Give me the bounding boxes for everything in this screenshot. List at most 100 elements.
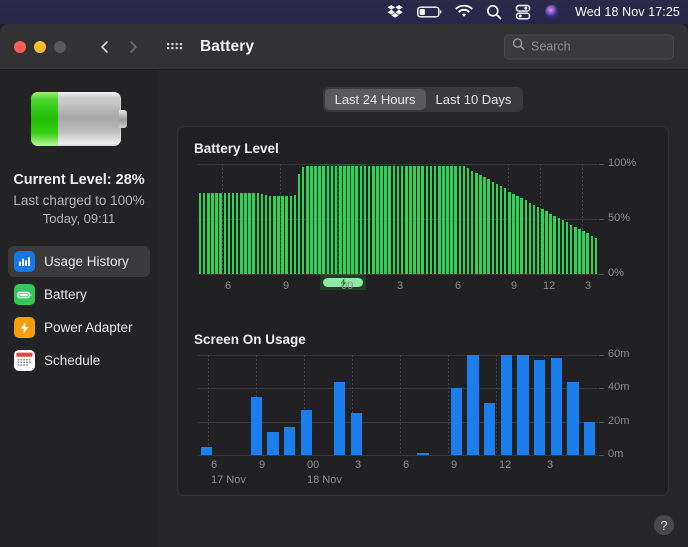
battery-level-bar <box>265 195 268 274</box>
screen-usage-bar <box>284 427 295 455</box>
battery-level-bar <box>290 196 293 274</box>
y-axis-label: 50% <box>608 212 630 224</box>
minimize-button[interactable] <box>34 41 46 53</box>
battery-level-bar <box>376 166 379 274</box>
window-body: Current Level: 28% Last charged to 100% … <box>0 70 688 547</box>
help-button[interactable]: ? <box>654 515 674 535</box>
sidebar-item-label: Usage History <box>44 254 129 269</box>
battery-level-bar <box>463 166 466 274</box>
battery-level-bar <box>533 205 536 274</box>
screen-usage-bar <box>534 360 545 455</box>
maximize-button <box>54 41 66 53</box>
siri-icon[interactable] <box>544 0 560 24</box>
y-tick <box>599 219 604 220</box>
screen-usage-bar <box>517 355 528 455</box>
tab-last-24-hours[interactable]: Last 24 Hours <box>325 89 426 110</box>
battery-body <box>31 92 121 146</box>
chart-title: Screen On Usage <box>194 332 652 347</box>
content-area: Last 24 Hours Last 10 Days Battery Level… <box>158 70 688 547</box>
x-axis-label: 3 <box>547 459 553 471</box>
battery-level-bar <box>479 175 482 274</box>
battery-level-bar <box>450 166 453 274</box>
screen-usage-bar <box>467 355 478 455</box>
x-axis-label: 9 <box>259 459 265 471</box>
battery-level-bar <box>322 166 325 274</box>
x-axis-label: 12 <box>499 459 511 471</box>
menu-bar-clock[interactable]: Wed 18 Nov 17:25 <box>573 5 680 19</box>
battery-level-bar <box>211 193 214 274</box>
battery-level-bar <box>537 207 540 274</box>
close-button[interactable] <box>14 41 26 53</box>
search-field[interactable] <box>504 34 674 59</box>
battery-level-bar <box>240 193 243 274</box>
battery-level-bar <box>285 196 288 274</box>
battery-level-bar <box>446 166 449 274</box>
window-controls <box>14 41 66 53</box>
battery-level-bar <box>310 166 313 274</box>
battery-level-bar <box>384 166 387 274</box>
sidebar-item-power-adapter[interactable]: Power Adapter <box>8 312 150 343</box>
battery-level-bar <box>475 173 478 274</box>
x-axis-label: 3 <box>355 459 361 471</box>
battery-level-bar <box>228 193 231 274</box>
show-all-grid-icon[interactable] <box>166 39 186 55</box>
screen-usage-bar <box>301 410 312 455</box>
battery-level-bar <box>380 166 383 274</box>
screen-usage-bar <box>351 413 362 455</box>
dropbox-icon[interactable] <box>387 0 404 24</box>
navigation-buttons <box>98 40 140 54</box>
battery-level-bar <box>483 177 486 274</box>
screen-on-usage-axis: 690036912317 Nov18 Nov <box>198 455 652 489</box>
power-adapter-icon <box>14 317 35 338</box>
battery-level-bar <box>545 211 548 274</box>
battery-icon[interactable] <box>417 0 442 24</box>
system-preferences-window: Battery Current Level: 28% Last charged … <box>0 24 688 547</box>
battery-level-bar <box>454 166 457 274</box>
battery-level-bar <box>591 236 594 275</box>
search-input[interactable] <box>531 40 666 54</box>
battery-level-bar <box>281 196 284 274</box>
battery-level-bar <box>252 193 255 274</box>
battery-level-bar <box>364 166 367 274</box>
sidebar-item-usage-history[interactable]: Usage History <box>8 246 150 277</box>
wifi-icon[interactable] <box>455 0 473 24</box>
x-axis-label: 00 <box>341 280 353 292</box>
spotlight-search-icon[interactable] <box>486 0 502 24</box>
battery-level-bar <box>496 184 499 274</box>
screen-usage-bar <box>251 397 262 455</box>
battery-level-bar <box>558 218 561 274</box>
gridline <box>198 164 598 165</box>
battery-level-bar <box>248 193 251 274</box>
battery-level-bar <box>232 193 235 274</box>
sidebar-item-battery[interactable]: Battery <box>8 279 150 310</box>
back-chevron-icon[interactable] <box>98 40 112 54</box>
battery-level-bar <box>203 193 206 274</box>
screen-on-usage-plot: 0m20m40m60m <box>198 355 598 455</box>
window-toolbar: Battery <box>0 24 688 70</box>
y-tick <box>599 355 604 356</box>
battery-level-bar <box>277 196 280 274</box>
gridline <box>448 355 449 455</box>
x-axis-label: 3 <box>397 280 403 292</box>
battery-level-bar <box>261 194 264 274</box>
screen-on-usage-chart: Screen On Usage 0m20m40m60m 690036912317… <box>194 332 652 489</box>
x-axis-label: 9 <box>283 280 289 292</box>
battery-level-bar <box>294 195 297 274</box>
battery-level-bar <box>244 193 247 274</box>
schedule-calendar-icon <box>14 350 35 371</box>
sidebar: Current Level: 28% Last charged to 100% … <box>0 70 158 547</box>
battery-level-bar <box>335 166 338 274</box>
battery-level-bar <box>327 166 330 274</box>
y-axis-label: 60m <box>608 348 629 360</box>
battery-level-bar <box>405 166 408 274</box>
battery-level-bar <box>541 209 544 274</box>
sidebar-item-schedule[interactable]: Schedule <box>8 345 150 376</box>
battery-level-bar <box>566 222 569 274</box>
control-center-icon[interactable] <box>515 0 531 24</box>
battery-level-bar <box>393 166 396 274</box>
window-title: Battery <box>200 38 254 56</box>
tab-last-10-days[interactable]: Last 10 Days <box>426 89 522 110</box>
sidebar-item-label: Schedule <box>44 353 100 368</box>
battery-level-bar <box>500 186 503 274</box>
search-icon <box>512 38 525 56</box>
